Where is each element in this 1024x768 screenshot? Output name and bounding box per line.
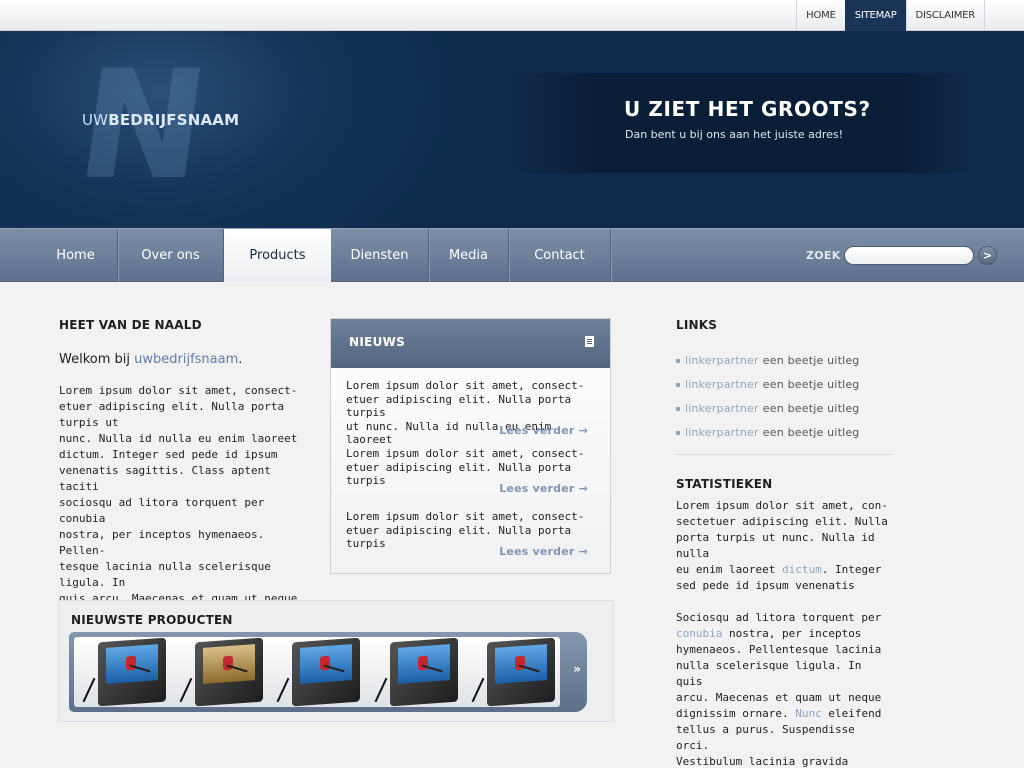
product-thumbnail[interactable] xyxy=(366,637,463,707)
newest-products: NIEUWSTE PRODUCTEN » xyxy=(58,600,614,722)
links-list: linkerpartner een beetje uitleg linkerpar… xyxy=(676,349,892,445)
stats-paragraph: Lorem ipsum dolor sit amet, con- sectetu… xyxy=(676,498,892,594)
product-thumbnail[interactable] xyxy=(463,637,560,707)
skier-image xyxy=(320,655,331,671)
monitor-image xyxy=(389,637,458,707)
read-more-link[interactable]: Lees verder → xyxy=(499,545,588,558)
carousel-track xyxy=(74,637,560,707)
bullet-icon xyxy=(676,431,680,435)
carousel-next-button[interactable]: » xyxy=(573,662,581,676)
monitor-image xyxy=(195,637,264,707)
document-icon[interactable] xyxy=(585,336,594,347)
news-title: NIEUWS xyxy=(349,335,406,349)
nav-item-products[interactable]: Products xyxy=(224,229,331,282)
product-thumbnail[interactable] xyxy=(171,637,268,707)
monitor-image xyxy=(98,637,166,707)
top-utility-bar: HOME SITEMAP DISCLAIMER xyxy=(0,0,1024,31)
news-box: NIEUWS Lorem ipsum dolor sit amet, conse… xyxy=(330,318,611,574)
welcome-text: Welkom bij uwbedrijfsnaam. xyxy=(59,352,309,367)
nunc-link[interactable]: Nunc xyxy=(795,707,822,720)
links-heading: LINKS xyxy=(676,318,718,332)
skier-image xyxy=(223,655,234,671)
monitor-image xyxy=(486,637,555,707)
monitor-stand xyxy=(471,677,485,703)
nav-item-contact[interactable]: Contact xyxy=(509,229,611,282)
nav-item-over-ons[interactable]: Over ons xyxy=(118,229,224,282)
monitor-stand xyxy=(374,677,388,703)
links-list-item: linkerpartner een beetje uitleg xyxy=(676,373,892,397)
promo-subtitle: Dan bent u bij ons aan het juiste adres! xyxy=(625,128,844,141)
monitor-screen xyxy=(203,644,256,684)
links-list-item: linkerpartner een beetje uitleg xyxy=(676,349,892,373)
products-heading: NIEUWSTE PRODUCTEN xyxy=(71,613,233,627)
partner-link-desc: een beetje uitleg xyxy=(762,354,860,367)
read-more-link[interactable]: Lees verder → xyxy=(499,482,588,495)
promo-title: U ZIET HET GROOTS? xyxy=(624,97,871,121)
nav-item-home[interactable]: Home xyxy=(34,229,118,282)
stats-text: Sociosqu ad litora torquent per xyxy=(676,611,882,624)
news-header: NIEUWS xyxy=(331,319,610,368)
partner-link-desc: een beetje uitleg xyxy=(762,426,860,439)
welcome-suffix: . xyxy=(238,352,243,367)
skier-image xyxy=(417,655,428,671)
conubia-link[interactable]: conubia xyxy=(676,627,722,640)
company-logo[interactable]: UWBEDRIJFSNAAM xyxy=(82,111,239,129)
monitor-screen xyxy=(106,644,158,684)
search-label: ZOEK xyxy=(806,249,841,262)
product-thumbnail[interactable] xyxy=(74,637,171,707)
product-thumbnail[interactable] xyxy=(268,637,365,707)
partner-link[interactable]: linkerpartner xyxy=(685,402,759,415)
skier-image xyxy=(514,655,525,671)
monitor-screen xyxy=(300,644,353,684)
read-more-link[interactable]: Lees verder → xyxy=(499,424,588,437)
nav-item-media[interactable]: Media xyxy=(429,229,509,282)
bullet-icon xyxy=(676,383,680,387)
partner-link-desc: een beetje uitleg xyxy=(762,402,860,415)
dictum-link[interactable]: dictum xyxy=(782,563,822,576)
divider xyxy=(676,454,892,455)
stats-heading: STATISTIEKEN xyxy=(676,477,773,491)
top-links: HOME SITEMAP DISCLAIMER xyxy=(796,0,985,31)
partner-link[interactable]: linkerpartner xyxy=(685,426,759,439)
product-carousel: » xyxy=(69,632,587,712)
links-list-item: linkerpartner een beetje uitleg xyxy=(676,397,892,421)
monitor-image xyxy=(292,637,361,707)
sidebar-right: LINKS linkerpartner een beetje uitleg lin… xyxy=(676,318,892,768)
stats-paragraph: Sociosqu ad litora torquent per conubia … xyxy=(676,610,892,768)
brand-prefix: UW xyxy=(82,111,109,129)
monitor-stand xyxy=(277,677,290,703)
partner-link[interactable]: linkerpartner xyxy=(685,378,759,391)
skier-image xyxy=(126,655,136,671)
search-input[interactable] xyxy=(844,246,974,265)
links-list-item: linkerpartner een beetje uitleg xyxy=(676,421,892,445)
intro-heading: HEET VAN DE NAALD xyxy=(59,318,202,332)
partner-link[interactable]: linkerpartner xyxy=(685,354,759,367)
top-link-disclaimer[interactable]: DISCLAIMER xyxy=(905,0,985,31)
monitor-stand xyxy=(179,677,193,703)
main-nav: Home Over ons Products Diensten Media Co… xyxy=(0,228,1024,282)
monitor-stand xyxy=(82,677,96,703)
monitor-screen xyxy=(494,644,547,684)
promo-panel: U ZIET HET GROOTS? Dan bent u bij ons aa… xyxy=(512,73,972,173)
brand-name: BEDRIJFSNAAM xyxy=(108,111,240,129)
header-banner: N UWBEDRIJFSNAAM U ZIET HET GROOTS? Dan … xyxy=(0,31,1024,228)
bullet-icon xyxy=(676,407,680,411)
top-link-sitemap[interactable]: SITEMAP xyxy=(844,0,906,31)
nav-items: Home Over ons Products Diensten Media Co… xyxy=(34,229,611,282)
monitor-screen xyxy=(397,644,450,684)
partner-link-desc: een beetje uitleg xyxy=(762,378,860,391)
welcome-prefix: Welkom bij xyxy=(59,352,135,367)
bullet-icon xyxy=(676,359,680,363)
top-link-home[interactable]: HOME xyxy=(796,0,845,31)
search-submit-button[interactable]: > xyxy=(978,246,997,265)
nav-item-diensten[interactable]: Diensten xyxy=(331,229,429,282)
welcome-link[interactable]: uwbedrijfsnaam xyxy=(134,352,238,367)
